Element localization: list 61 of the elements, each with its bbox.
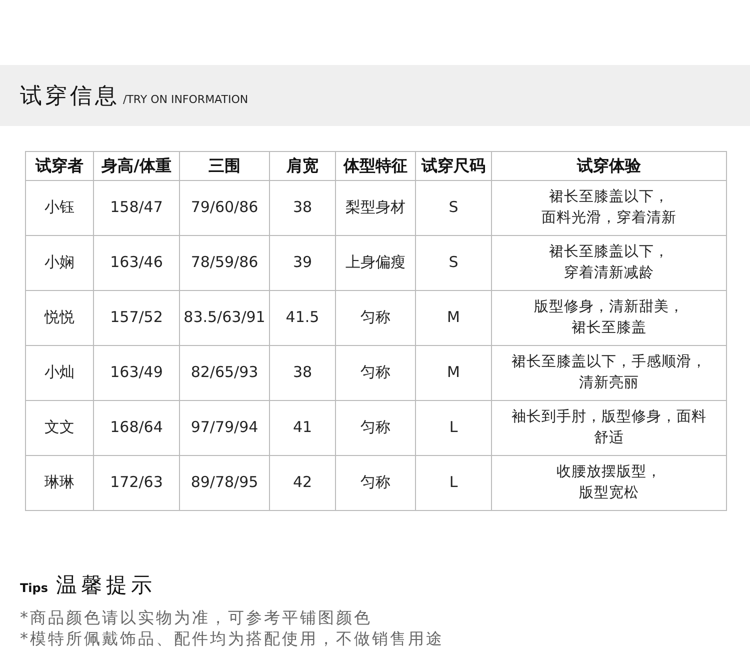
cell-text-line: 收腰放摆版型， <box>556 462 662 482</box>
table-cell: 78/59/86 <box>180 236 270 290</box>
table-cell: M <box>416 290 492 346</box>
table-cell: 匀称 <box>336 290 416 346</box>
table-cell: 82/65/93 <box>180 346 270 400</box>
cell-text-line: 裙长至膝盖以下， <box>549 188 669 207</box>
table-cell: 38 <box>270 346 336 400</box>
table-cell: 匀称 <box>336 400 416 456</box>
table-cell: 琳琳 <box>26 456 94 510</box>
table-cell: 小钰 <box>26 180 94 236</box>
table-cell: 172/63 <box>94 456 180 510</box>
table-cell: 上身偏瘦 <box>336 236 416 290</box>
cell-text-line: 清新亮丽 <box>579 374 639 393</box>
cell-text-line: 袖长到手肘，版型修身，面料 <box>512 408 706 427</box>
table-cell: 38 <box>270 180 336 236</box>
table-cell: M <box>416 346 492 400</box>
cell-text-line: 裙长至膝盖以下， <box>549 242 669 262</box>
column-header: 肩宽 <box>270 152 336 180</box>
column-header: 试穿体验 <box>492 152 726 180</box>
table-cell: 41 <box>270 400 336 456</box>
column-header: 试穿尺码 <box>416 152 492 180</box>
cell-text-line: 裙长至膝盖 <box>572 318 646 338</box>
table-cell: L <box>416 456 492 510</box>
table-cell: 匀称 <box>336 346 416 400</box>
table-cell: 41.5 <box>270 290 336 346</box>
table-cell: 163/46 <box>94 236 180 290</box>
column-header: 身高/体重 <box>94 152 180 180</box>
column-header: 三围 <box>180 152 270 180</box>
table-cell: 小灿 <box>26 346 94 400</box>
table-cell: 匀称 <box>336 456 416 510</box>
tips-label: Tips <box>20 581 48 595</box>
tip-note: *商品颜色请以实物为准，可参考平铺图颜色 <box>20 607 373 628</box>
table-cell: 79/60/86 <box>180 180 270 236</box>
table-cell: 悦悦 <box>26 290 94 346</box>
table-cell: 梨型身材 <box>336 180 416 236</box>
table-cell: 文文 <box>26 400 94 456</box>
table-cell: 163/49 <box>94 346 180 400</box>
cell-text-line: 版型宽松 <box>579 484 639 503</box>
cell-text-line: 面料光滑，穿着清新 <box>542 208 676 228</box>
table-cell: 83.5/63/91 <box>180 290 270 346</box>
table-cell: S <box>416 180 492 236</box>
cell-text-line: 裙长至膝盖以下，手感顺滑， <box>512 352 706 372</box>
table-cell: 158/47 <box>94 180 180 236</box>
column-header: 试穿者 <box>26 152 94 180</box>
tips-title: 温馨提示 <box>56 572 156 599</box>
cell-text-line: 舒适 <box>594 429 624 448</box>
table-cell: 89/78/95 <box>180 456 270 510</box>
table-cell: L <box>416 400 492 456</box>
column-header: 体型特征 <box>336 152 416 180</box>
table-cell: S <box>416 236 492 290</box>
cell-text-line: 版型修身，清新甜美， <box>534 298 684 317</box>
table-cell: 157/52 <box>94 290 180 346</box>
table-cell: 39 <box>270 236 336 290</box>
table-cell: 168/64 <box>94 400 180 456</box>
table-cell: 42 <box>270 456 336 510</box>
table-cell: 97/79/94 <box>180 400 270 456</box>
tip-note: *模特所佩戴饰品、配件均为搭配使用，不做销售用途 <box>20 628 445 649</box>
section-subtitle: /TRY ON INFORMATION <box>123 92 248 106</box>
section-title: 试穿信息 <box>20 82 120 110</box>
cell-text-line: 穿着清新减龄 <box>564 264 654 283</box>
table-cell: 小娴 <box>26 236 94 290</box>
